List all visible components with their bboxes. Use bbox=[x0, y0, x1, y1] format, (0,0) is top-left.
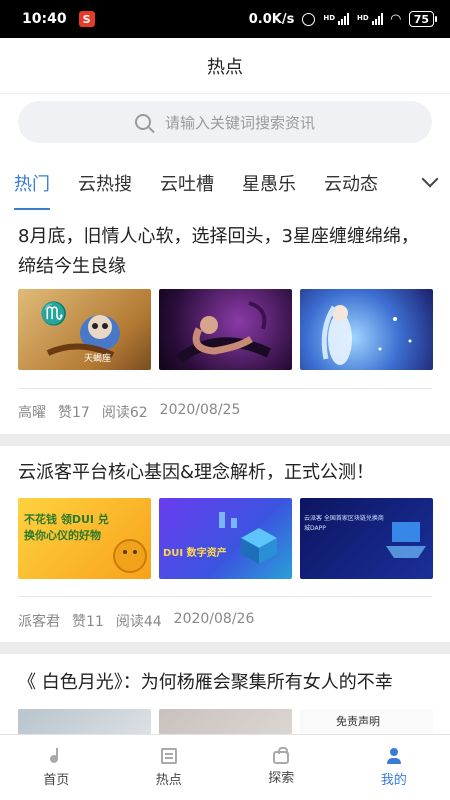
divider bbox=[18, 388, 432, 389]
tab-explore[interactable]: 探索 bbox=[225, 735, 338, 800]
hd-icon-2: HD bbox=[357, 14, 369, 22]
search-icon bbox=[134, 114, 151, 130]
tab-hotspot-label: 热点 bbox=[155, 772, 182, 788]
tab-mine-label: 我的 bbox=[380, 772, 407, 788]
article-title: 《 白色月光》：为何杨雁会聚集所有女人的不幸 bbox=[18, 672, 393, 693]
article-thumbnails: 不花钱 领DUI 兑换你心仪的好物 DUI 数字资产 云派客 全国首家区块链兑换… bbox=[18, 498, 433, 579]
newspaper-icon bbox=[160, 747, 177, 764]
bottom-tab-bar: 首页 热点 探索 我的 bbox=[0, 734, 450, 800]
article-thumbnails: 免责声明 bbox=[18, 709, 433, 734]
article-thumbnails: ♏ 天蝎座 bbox=[18, 289, 433, 370]
hd-icon: HD bbox=[323, 14, 336, 22]
tab-hotspot[interactable]: 热点 bbox=[113, 735, 226, 800]
page-title: 热点 bbox=[207, 56, 243, 78]
article-reads: 阅读44 bbox=[115, 614, 162, 630]
tab-home[interactable]: 首页 bbox=[0, 735, 113, 800]
article-card[interactable]: 云派客平台核心基因&理念解析，正式公测！ 不花钱 领DUI 兑换你心仪的好物 D… bbox=[0, 446, 450, 642]
category-tabs: 热门 云热搜 云吐槽 星愚乐 云动态 bbox=[0, 154, 450, 212]
thumbnail-image bbox=[159, 709, 292, 734]
thumbnail-image bbox=[18, 709, 151, 734]
search-input[interactable]: 请输入关键词搜索资讯 bbox=[18, 101, 432, 143]
article-date: 2020/08/26 bbox=[173, 611, 255, 627]
tab-cloud-rant[interactable]: 云吐槽 bbox=[160, 154, 214, 212]
thumbnail-image: 云派客 全国首家区块链兑换商城DAPP bbox=[300, 498, 433, 579]
tab-hot[interactable]: 热门 bbox=[14, 154, 50, 212]
signal-icon-2 bbox=[371, 13, 383, 25]
tab-home-label: 首页 bbox=[43, 772, 70, 788]
article-title: 8月底，旧情人心软，选择回头，3星座缠缠绵绵，缔结今生良缘 bbox=[18, 226, 419, 277]
tab-entertainment[interactable]: 星愚乐 bbox=[242, 154, 296, 212]
clock: 10:40 bbox=[22, 11, 67, 27]
thumbnail-image: 免责声明 bbox=[300, 709, 433, 734]
thumbnail-image bbox=[159, 289, 292, 370]
search-section: 请输入关键词搜索资讯 bbox=[0, 94, 450, 154]
article-reads: 阅读62 bbox=[101, 405, 148, 421]
article-likes: 赞17 bbox=[58, 405, 90, 421]
thumbnail-caption: 免责声明 bbox=[336, 715, 380, 728]
tab-mine[interactable]: 我的 bbox=[338, 735, 450, 800]
tab-cloud-search[interactable]: 云热搜 bbox=[78, 154, 132, 212]
article-meta: 派客君 赞11 阅读44 2020/08/26 bbox=[18, 611, 254, 631]
thumbnail-image: 不花钱 领DUI 兑换你心仪的好物 bbox=[18, 498, 151, 579]
thumbnail-caption: 天蝎座 bbox=[84, 354, 112, 364]
article-card[interactable]: 8月底，旧情人心软，选择回头，3星座缠缠绵绵，缔结今生良缘 ♏ 天蝎座 高曜 赞… bbox=[0, 212, 450, 434]
status-bar: 10:40 S 0.0K/s HD HD ◠ 75 bbox=[0, 0, 450, 38]
thumbnail-image: ♏ 天蝎座 bbox=[18, 289, 151, 370]
article-title: 云派客平台核心基因&理念解析，正式公测！ bbox=[18, 462, 375, 483]
shopping-bag-icon bbox=[273, 747, 290, 764]
page-header: 热点 bbox=[0, 38, 450, 94]
article-date: 2020/08/25 bbox=[159, 402, 241, 418]
article-author: 派客君 bbox=[18, 614, 60, 630]
alarm-icon bbox=[302, 12, 316, 26]
search-placeholder: 请输入关键词搜索资讯 bbox=[164, 113, 315, 132]
tab-cloud-news[interactable]: 云动态 bbox=[324, 154, 378, 212]
article-meta: 高曜 赞17 阅读62 2020/08/25 bbox=[18, 402, 240, 422]
article-likes: 赞11 bbox=[72, 614, 104, 630]
article-card[interactable]: 《 白色月光》：为何杨雁会聚集所有女人的不幸 免责声明 bbox=[0, 654, 450, 734]
music-note-icon bbox=[48, 747, 64, 764]
user-icon bbox=[386, 747, 402, 764]
network-speed: 0.0K/s bbox=[248, 11, 295, 27]
thumbnail-caption: DUI 数字资产 bbox=[163, 548, 227, 559]
tab-explore-label: 探索 bbox=[268, 771, 295, 786]
divider bbox=[18, 596, 432, 597]
app-notification-icon: S bbox=[78, 11, 95, 27]
battery-icon: 75 bbox=[408, 11, 438, 27]
signal-icon bbox=[338, 13, 350, 25]
thumbnail-image: DUI 数字资产 bbox=[159, 498, 292, 579]
svg-text:♏: ♏ bbox=[40, 301, 67, 327]
thumbnail-image bbox=[300, 289, 433, 370]
chevron-down-icon[interactable] bbox=[421, 170, 439, 188]
article-author: 高曜 bbox=[18, 405, 46, 421]
wifi-icon: ◠ bbox=[390, 11, 401, 27]
